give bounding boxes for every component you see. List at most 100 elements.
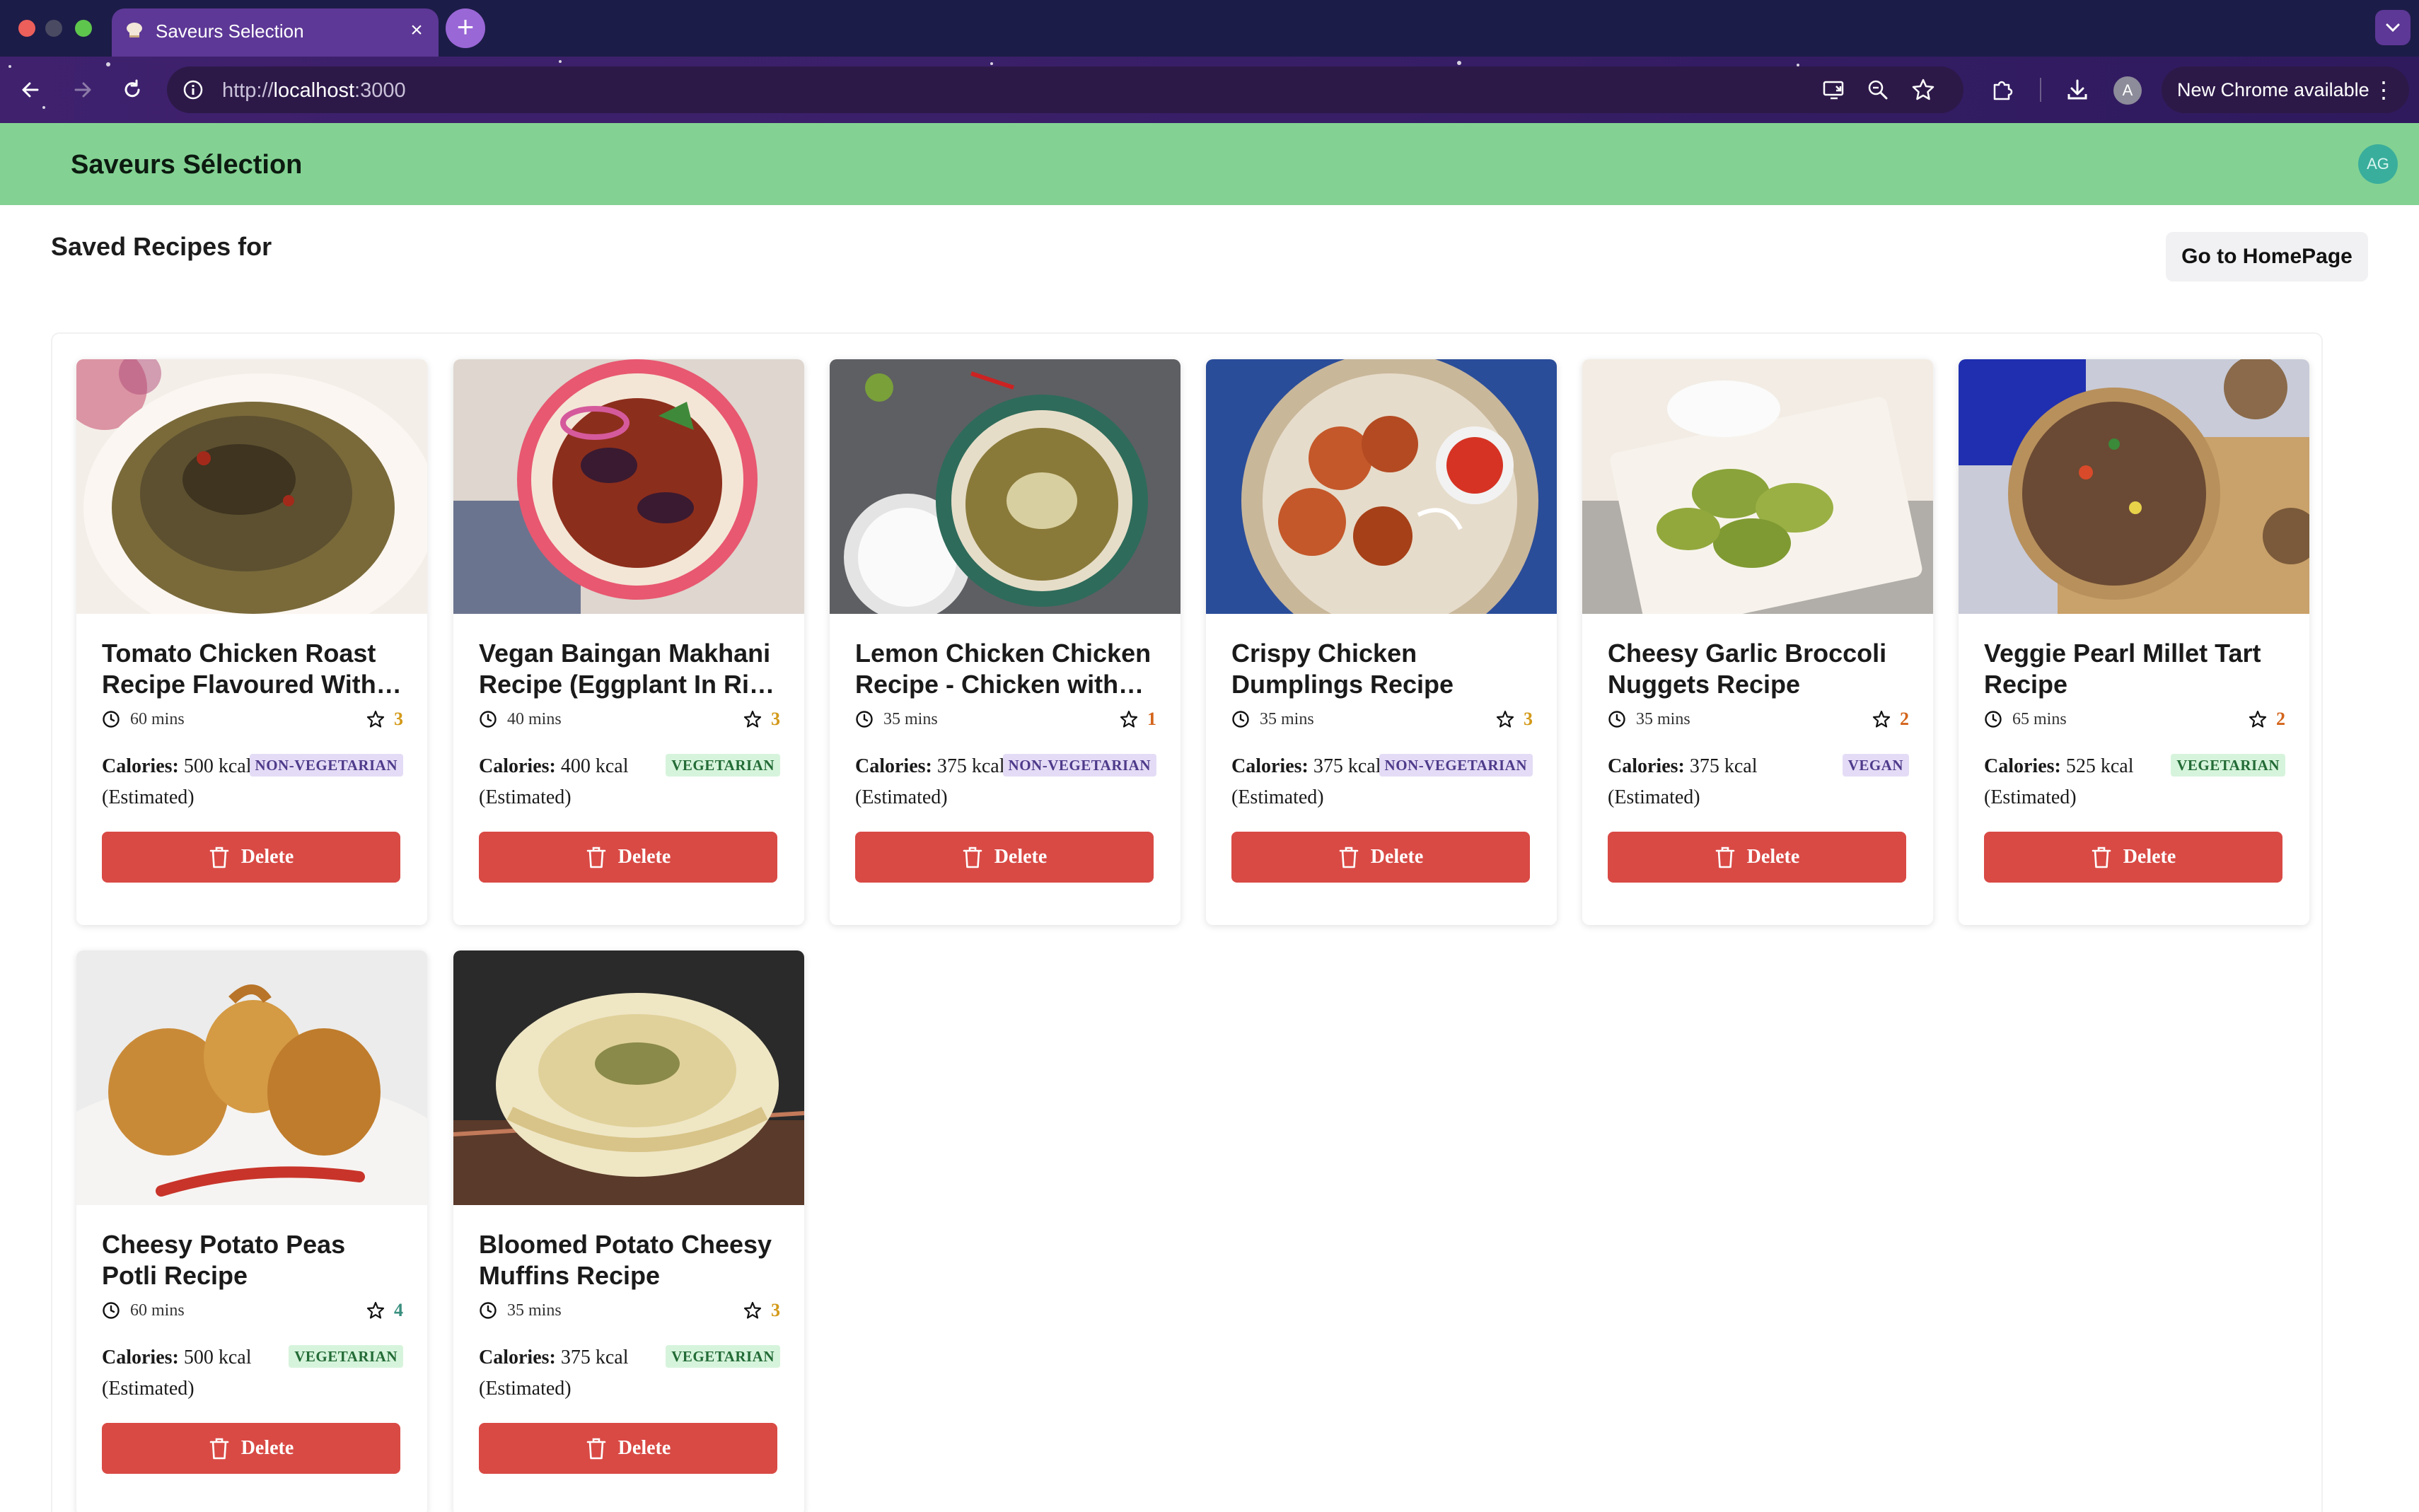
- recipe-card[interactable]: Bloomed Potato Cheesy Muffins Recipe 35 …: [453, 950, 804, 1512]
- recipe-title[interactable]: Lemon Chicken Chicken Recipe - Chicken w…: [855, 638, 1159, 700]
- delete-button[interactable]: Delete: [479, 832, 777, 883]
- cook-time: 40 mins: [479, 709, 562, 730]
- bookmark-star-icon[interactable]: [1910, 76, 1937, 103]
- forward-button[interactable]: [65, 72, 100, 107]
- recipe-card[interactable]: Veggie Pearl Millet Tart Recipe 65 mins …: [1959, 359, 2309, 925]
- delete-button[interactable]: Delete: [102, 1423, 400, 1474]
- cook-time: 35 mins: [1608, 709, 1690, 730]
- tab-close-icon[interactable]: ×: [405, 18, 429, 42]
- recipe-title[interactable]: Veggie Pearl Millet Tart Recipe: [1984, 638, 2288, 700]
- recipe-image[interactable]: [453, 950, 804, 1205]
- cook-time-text: 60 mins: [130, 1301, 185, 1320]
- tab-search-button[interactable]: [2375, 10, 2411, 45]
- reload-icon: [124, 79, 140, 98]
- window-minimize-button[interactable]: [45, 20, 62, 37]
- recipe-image[interactable]: [1582, 359, 1933, 614]
- address-bar[interactable]: http://localhost:3000: [167, 66, 1963, 113]
- site-info-icon[interactable]: [181, 78, 205, 102]
- recipe-card[interactable]: Cheesy Garlic Broccoli Nuggets Recipe 35…: [1582, 359, 1933, 925]
- star-icon[interactable]: [366, 1301, 385, 1320]
- install-app-icon[interactable]: [1821, 76, 1847, 103]
- recipe-photo-fried-chicken: [1206, 359, 1557, 614]
- star-icon[interactable]: [366, 709, 385, 729]
- downloads-button[interactable]: [2060, 72, 2095, 107]
- calories-label: Calories:: [855, 755, 932, 777]
- extensions-button[interactable]: [1985, 72, 2020, 107]
- diet-badge: VEGAN: [1842, 754, 1909, 777]
- rating: 3: [366, 709, 403, 730]
- recipe-title[interactable]: Vegan Baingan Makhani Recipe (Eggplant I…: [479, 638, 783, 700]
- cook-time-text: 40 mins: [507, 709, 562, 728]
- delete-button[interactable]: Delete: [1231, 832, 1530, 883]
- recipe-image[interactable]: [76, 950, 427, 1205]
- cook-time: 35 mins: [479, 1300, 562, 1321]
- recipe-title[interactable]: Crispy Chicken Dumplings Recipe: [1231, 638, 1536, 700]
- more-menu-icon[interactable]: ⋮: [2372, 66, 2395, 113]
- star-icon[interactable]: [743, 709, 762, 729]
- chrome-update-button[interactable]: New Chrome available ⋮: [2162, 66, 2409, 113]
- puzzle-icon: [1993, 81, 2013, 100]
- clock-icon: [856, 711, 873, 728]
- reload-button[interactable]: [115, 72, 150, 107]
- delete-button[interactable]: Delete: [855, 832, 1154, 883]
- clock-icon: [1608, 711, 1625, 728]
- delete-button[interactable]: Delete: [1608, 832, 1906, 883]
- browser-tab-active[interactable]: Saveurs Selection ×: [112, 8, 439, 57]
- recipe-photo-eggplant-curry: [453, 359, 804, 614]
- calories: Calories: 500 kcal (Estimated): [102, 1342, 279, 1405]
- recipe-image[interactable]: [1959, 359, 2309, 614]
- recipe-card[interactable]: Crispy Chicken Dumplings Recipe 35 mins …: [1206, 359, 1557, 925]
- page-title: Saved Recipes for: [51, 232, 272, 261]
- rating: 3: [1495, 709, 1533, 730]
- diet-badge: NON-VEGETARIAN: [1379, 754, 1533, 777]
- calories: Calories: 375 kcal (Estimated): [479, 1342, 656, 1405]
- recipe-image[interactable]: [76, 359, 427, 614]
- recipe-card[interactable]: Vegan Baingan Makhani Recipe (Eggplant I…: [453, 359, 804, 925]
- rating-value: 4: [394, 1300, 403, 1320]
- recipe-photo-roast-chicken: [76, 359, 427, 614]
- delete-button[interactable]: Delete: [1984, 832, 2282, 883]
- star-icon[interactable]: [743, 1301, 762, 1320]
- recipe-title[interactable]: Bloomed Potato Cheesy Muffins Recipe: [479, 1229, 783, 1291]
- recipe-image[interactable]: [830, 359, 1181, 614]
- zoom-icon[interactable]: [1864, 76, 1891, 103]
- calories-label: Calories:: [479, 1347, 556, 1368]
- app-title[interactable]: Saveurs Sélection: [71, 150, 302, 180]
- recipe-card[interactable]: Tomato Chicken Roast Recipe Flavoured Wi…: [76, 359, 427, 925]
- recipe-title[interactable]: Cheesy Garlic Broccoli Nuggets Recipe: [1608, 638, 1912, 700]
- trash-icon: [1715, 847, 1734, 868]
- calories-label: Calories:: [1231, 755, 1309, 777]
- recipe-image[interactable]: [1206, 359, 1557, 614]
- cook-time-text: 35 mins: [1636, 709, 1690, 728]
- star-icon[interactable]: [1119, 709, 1139, 729]
- window-close-button[interactable]: [18, 20, 35, 37]
- recipe-card[interactable]: Cheesy Potato Peas Potli Recipe 60 mins …: [76, 950, 427, 1512]
- arrow-right-icon: [74, 82, 91, 98]
- delete-button[interactable]: Delete: [479, 1423, 777, 1474]
- calories-label: Calories:: [1608, 755, 1685, 777]
- browser-toolbar: http://localhost:3000 A New Chrome avail…: [0, 57, 2419, 123]
- recipe-card[interactable]: Lemon Chicken Chicken Recipe - Chicken w…: [830, 359, 1181, 925]
- profile-avatar[interactable]: A: [2113, 76, 2142, 105]
- recipe-image[interactable]: [453, 359, 804, 614]
- cook-time: 60 mins: [102, 1300, 185, 1321]
- back-button[interactable]: [13, 72, 48, 107]
- trash-icon: [586, 847, 605, 868]
- user-avatar[interactable]: AG: [2358, 144, 2398, 184]
- recipe-title[interactable]: Tomato Chicken Roast Recipe Flavoured Wi…: [102, 638, 406, 700]
- new-tab-button[interactable]: +: [446, 8, 485, 48]
- app-header: Saveurs Sélection AG: [0, 123, 2419, 205]
- trash-icon: [209, 847, 228, 868]
- star-icon[interactable]: [1872, 709, 1891, 729]
- window-zoom-button[interactable]: [75, 20, 92, 37]
- delete-button[interactable]: Delete: [102, 832, 400, 883]
- clock-icon: [103, 1302, 120, 1319]
- calories: Calories: 375 kcal (Estimated): [1608, 751, 1785, 813]
- cook-time-text: 60 mins: [130, 709, 185, 728]
- star-icon[interactable]: [1495, 709, 1515, 729]
- rating: 3: [743, 709, 780, 730]
- recipe-title[interactable]: Cheesy Potato Peas Potli Recipe: [102, 1229, 406, 1291]
- go-to-homepage-button[interactable]: Go to HomePage: [2166, 232, 2368, 281]
- star-icon[interactable]: [2248, 709, 2268, 729]
- url-text[interactable]: http://localhost:3000: [222, 79, 406, 103]
